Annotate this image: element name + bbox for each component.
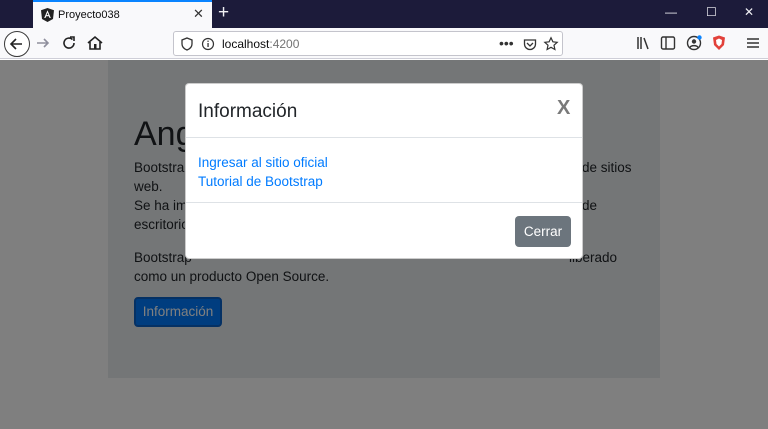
url-text[interactable]: localhost:4200 <box>222 37 299 51</box>
home-icon[interactable] <box>85 33 105 53</box>
more-options-icon[interactable]: ••• <box>499 35 514 51</box>
tab-close-icon[interactable]: ✕ <box>193 7 204 21</box>
modal-title: Información <box>198 101 298 122</box>
minimize-icon[interactable]: — <box>665 5 677 19</box>
pocket-icon[interactable] <box>522 36 538 52</box>
brave-shield-icon[interactable] <box>710 34 728 52</box>
modal-header: Información X <box>186 84 582 138</box>
info-icon[interactable] <box>200 36 216 52</box>
browser-navbar: localhost:4200 ••• <box>0 28 768 59</box>
close-button[interactable]: Cerrar <box>515 216 571 247</box>
sidebar-icon[interactable] <box>659 34 677 52</box>
browser-tab[interactable]: Proyecto038 ✕ <box>33 0 212 28</box>
bookmark-star-icon[interactable] <box>543 36 559 52</box>
maximize-icon[interactable]: ☐ <box>706 5 717 19</box>
bootstrap-tutorial-link[interactable]: Tutorial de Bootstrap <box>198 173 323 191</box>
back-button[interactable] <box>4 31 30 57</box>
browser-tabbar: Proyecto038 ✕ + — ☐ ✕ <box>0 0 768 28</box>
reload-icon[interactable] <box>59 33 79 53</box>
shield-icon[interactable] <box>179 36 195 52</box>
url-bar[interactable]: localhost:4200 ••• <box>173 31 563 56</box>
new-tab-icon[interactable]: + <box>218 3 229 23</box>
modal-close-icon[interactable]: X <box>557 96 570 120</box>
forward-icon[interactable] <box>33 33 53 53</box>
tab-title: Proyecto038 <box>58 9 120 21</box>
window-close-icon[interactable]: ✕ <box>744 5 754 19</box>
modal-body: Ingresar al sitio oficial Tutorial de Bo… <box>186 139 582 203</box>
official-site-link[interactable]: Ingresar al sitio oficial <box>198 154 328 172</box>
menu-icon[interactable] <box>744 34 762 52</box>
arrow-left-icon <box>9 38 22 50</box>
library-icon[interactable] <box>635 34 653 52</box>
account-icon[interactable] <box>685 34 703 52</box>
angular-icon <box>41 8 54 22</box>
info-modal: Información X Ingresar al sitio oficial … <box>185 83 583 259</box>
